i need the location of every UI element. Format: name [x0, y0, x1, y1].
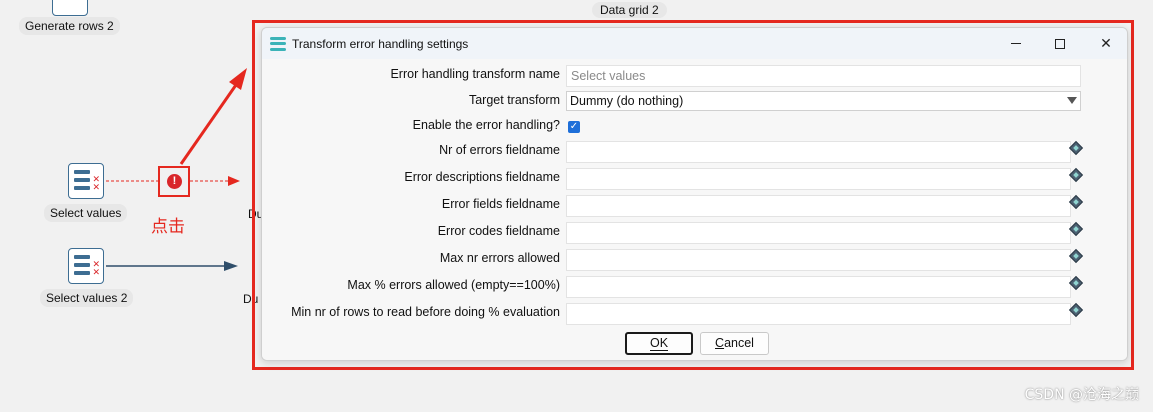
label-nr-errors-fieldname: Nr of errors fieldname: [439, 143, 560, 157]
ok-button[interactable]: OK: [625, 332, 693, 355]
label-min-rows-before-evaluation: Min nr of rows to read before doing % ev…: [291, 305, 560, 319]
dialog-title: Transform error handling settings: [292, 36, 469, 51]
target-transform-value: Dummy (do nothing): [570, 94, 684, 108]
maximize-button[interactable]: [1037, 28, 1083, 59]
dropdown-arrow-icon[interactable]: [1067, 97, 1077, 104]
label-error-handling-transform-name: Error handling transform name: [390, 67, 560, 81]
variable-icon[interactable]: [1068, 302, 1084, 318]
annotation-click-text: 点击: [151, 217, 185, 237]
label-target-transform: Target transform: [468, 93, 560, 107]
error-codes-fieldname-input[interactable]: [566, 222, 1071, 244]
variable-icon[interactable]: [1068, 275, 1084, 291]
layers-icon: [270, 36, 286, 51]
dialog-titlebar[interactable]: Transform error handling settings ✕: [262, 28, 1127, 59]
variable-icon[interactable]: [1068, 248, 1084, 264]
ok-button-label: OK: [649, 335, 669, 351]
label-max-pct-errors: Max % errors allowed (empty==100%): [347, 278, 560, 292]
close-icon: ✕: [1100, 35, 1112, 51]
watermark: CSDN @沧海之巅: [1024, 387, 1139, 403]
variable-icon[interactable]: [1068, 167, 1084, 183]
label-enable-error-handling: Enable the error handling?: [412, 118, 560, 132]
cancel-label-rest: ancel: [724, 336, 754, 350]
checkmark-icon: ✓: [569, 121, 579, 132]
target-transform-select[interactable]: Dummy (do nothing): [566, 91, 1081, 111]
enable-error-handling-checkbox[interactable]: ✓: [568, 121, 580, 133]
error-fields-fieldname-input[interactable]: [566, 195, 1071, 217]
label-error-fields-fieldname: Error fields fieldname: [441, 197, 560, 211]
maximize-icon: [1055, 38, 1065, 49]
max-pct-errors-input[interactable]: [566, 276, 1071, 298]
variable-icon[interactable]: [1068, 140, 1084, 156]
error-handling-transform-name-input[interactable]: [566, 65, 1081, 87]
nr-errors-fieldname-input[interactable]: [566, 141, 1071, 163]
dialog-body: Error handling transform name Target tra…: [262, 59, 1127, 360]
data-grid-node-label: Data grid 2: [592, 2, 667, 18]
label-max-nr-errors: Max nr errors allowed: [439, 251, 560, 265]
minimize-button[interactable]: [993, 28, 1039, 59]
annotation-arrow-line: [179, 81, 240, 165]
label-error-descriptions-fieldname: Error descriptions fieldname: [404, 170, 560, 184]
min-rows-before-evaluation-input[interactable]: [566, 303, 1071, 325]
variable-icon[interactable]: [1068, 221, 1084, 237]
error-indicator-highlight[interactable]: !: [158, 166, 190, 197]
hop-arrowhead: [224, 261, 238, 271]
error-descriptions-fieldname-input[interactable]: [566, 168, 1071, 190]
max-nr-errors-input[interactable]: [566, 249, 1071, 271]
annotation-arrowhead: [229, 68, 247, 90]
variable-icon[interactable]: [1068, 194, 1084, 210]
error-icon[interactable]: !: [167, 174, 182, 189]
error-hop-arrowhead: [228, 176, 240, 186]
close-button[interactable]: ✕: [1083, 28, 1127, 59]
cancel-button-label: Cancel: [715, 337, 754, 350]
error-handling-dialog: Transform error handling settings ✕ Erro…: [261, 27, 1128, 361]
cancel-mnemonic: C: [715, 336, 725, 350]
minimize-icon: [1011, 43, 1021, 44]
cancel-button[interactable]: Cancel: [700, 332, 769, 355]
label-error-codes-fieldname: Error codes fieldname: [437, 224, 560, 238]
